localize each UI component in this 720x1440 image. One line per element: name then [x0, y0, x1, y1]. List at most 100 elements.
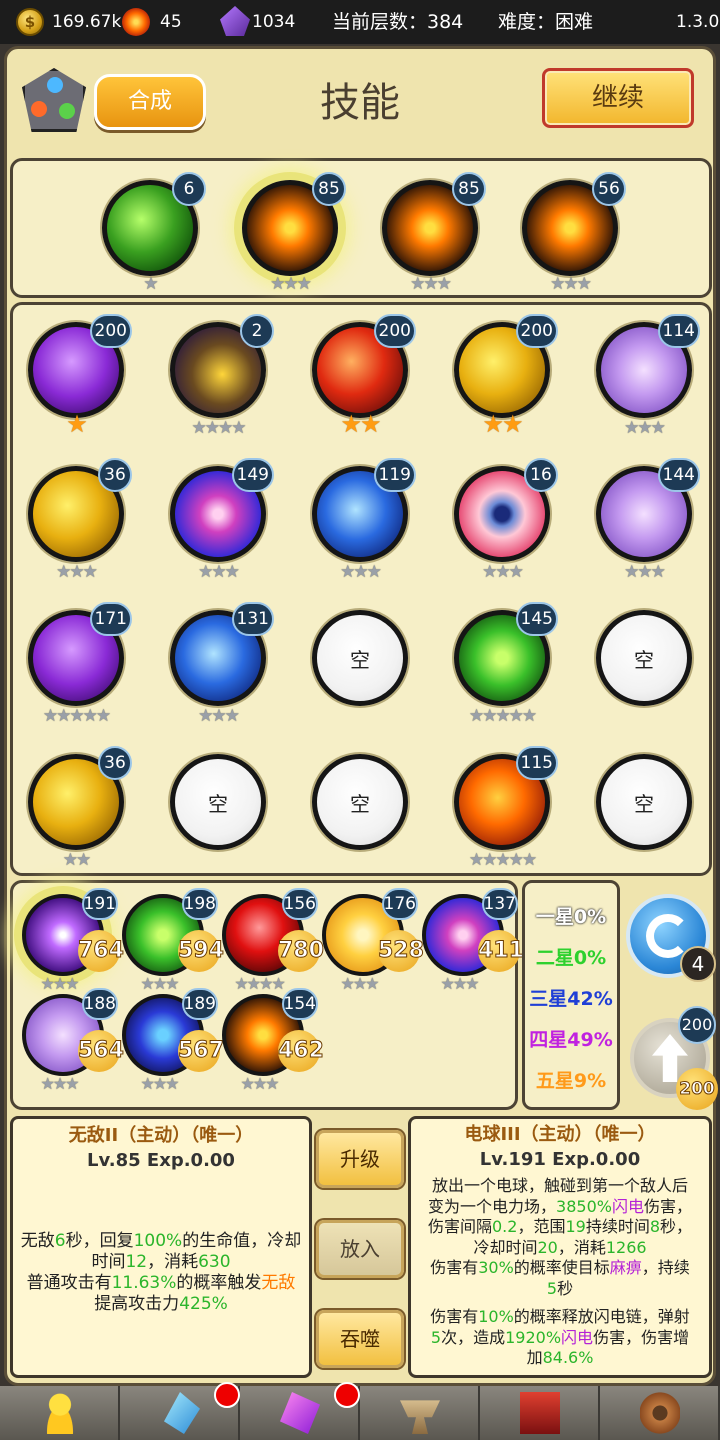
- inventory-skill-slot[interactable]: 149 ★★★: [168, 458, 274, 582]
- gold-star-icon: ★: [66, 410, 87, 438]
- skill-stars: ★★★: [520, 274, 620, 294]
- inventory-skill-slot[interactable]: 200 ★★: [452, 314, 558, 436]
- empty-slot-label: 空: [596, 754, 692, 850]
- inventory-skill-slot[interactable]: 114 ★★★: [594, 314, 700, 438]
- shop-skill-item[interactable]: 191 764 ★★★: [18, 888, 124, 993]
- skill-stars: ★: [100, 274, 200, 294]
- inventory-skill-slot[interactable]: 171 ★★★★★: [26, 602, 132, 726]
- skill-stars: ★★★★: [168, 418, 268, 438]
- level-up-level-badge: 200: [678, 1006, 716, 1044]
- empty-skill-slot[interactable]: 空: [310, 752, 410, 852]
- inventory-skill-slot[interactable]: 200 ★★: [310, 314, 416, 436]
- desc-text: 持续时间: [585, 1217, 650, 1236]
- gold-coin-icon: [16, 8, 44, 36]
- empty-slot-label: 空: [312, 754, 408, 850]
- desc-value: 10%: [478, 1307, 514, 1326]
- inventory-skill-slot[interactable]: 2 ★★★★: [168, 314, 274, 438]
- inventory-skill-slot[interactable]: 36 ★★: [26, 746, 132, 870]
- shop-skill-item[interactable]: 156 780 ★★★★: [218, 888, 324, 993]
- rune-tab[interactable]: [240, 1382, 360, 1440]
- star-rate-row: 二星0%: [535, 947, 607, 969]
- skill-stars: ★★★: [594, 562, 694, 582]
- devour-button[interactable]: 吞噬: [316, 1310, 404, 1368]
- star-icon: ★★★: [482, 562, 524, 582]
- skill-level-badge: 149: [231, 458, 274, 492]
- star-rates-panel: 一星0% 二星0% 三星42% 四星49% 五星9%: [522, 880, 620, 1110]
- skill-cost: 567: [178, 1030, 224, 1072]
- star-icon: ★★★: [624, 418, 666, 438]
- desc-text: ，持续: [641, 1258, 690, 1277]
- equipped-skill-slot[interactable]: 85 ★★★: [240, 172, 346, 294]
- skill-cost: 411: [478, 930, 524, 972]
- equipped-skill-slot[interactable]: 85 ★★★: [380, 172, 486, 294]
- empty-skill-slot[interactable]: 空: [594, 608, 694, 708]
- skill-level-badge: 144: [657, 458, 700, 492]
- inventory-skill-slot[interactable]: 145 ★★★★★: [452, 602, 558, 726]
- shop-skill-item[interactable]: 154 462 ★★★: [218, 988, 324, 1093]
- skill-level-badge: 137: [481, 888, 518, 920]
- skill-level-badge: 145: [515, 602, 558, 636]
- empty-slot-label: 空: [170, 754, 266, 850]
- upgrade-button[interactable]: 升级: [316, 1130, 404, 1188]
- shop-skill-item[interactable]: 176 528 ★★★: [318, 888, 424, 993]
- skill-stars: ★★★: [18, 1074, 100, 1094]
- empty-skill-slot[interactable]: 空: [310, 608, 410, 708]
- gold-amount: 169.67k: [52, 12, 122, 32]
- skill-level-badge: 56: [592, 172, 626, 206]
- desc-text: 无敌: [20, 1231, 55, 1251]
- shop-skill-item[interactable]: 198 594 ★★★: [118, 888, 224, 993]
- desc-keyword: 闪电: [611, 1196, 644, 1216]
- inventory-skill-slot[interactable]: 36 ★★★: [26, 458, 132, 582]
- shop-skill-item[interactable]: 189 567 ★★★: [118, 988, 224, 1093]
- inventory-skill-slot[interactable]: 144 ★★★: [594, 458, 700, 582]
- equipped-skill-slot[interactable]: 56 ★★★: [520, 172, 626, 294]
- settings-tab[interactable]: [600, 1386, 720, 1440]
- skill-level-badge: 200: [515, 314, 558, 348]
- inventory-skill-slot[interactable]: 131 ★★★: [168, 602, 274, 726]
- desc-text: 的概率触发: [176, 1273, 262, 1293]
- desc-value: 5: [546, 1278, 558, 1298]
- desc-value: 630: [198, 1252, 231, 1272]
- difficulty-label: 难度：困难: [498, 11, 594, 33]
- book-tab[interactable]: [480, 1386, 600, 1440]
- place-button[interactable]: 放入: [316, 1220, 404, 1278]
- notification-dot: [334, 1382, 360, 1408]
- star-icon: ★: [143, 274, 158, 294]
- desc-keyword: 闪电: [561, 1327, 594, 1347]
- inventory-skill-slot[interactable]: 200 ★: [26, 314, 132, 436]
- skill-stars: ★★★: [594, 418, 694, 438]
- skill-cost: 764: [78, 930, 124, 972]
- star-icon: ★★★: [340, 974, 379, 993]
- skill-stars: ★★: [310, 412, 410, 437]
- skill-level-badge: 200: [373, 314, 416, 348]
- equipped-skill-slot[interactable]: 6 ★: [100, 172, 206, 294]
- skill-stars: ★★★: [310, 562, 410, 582]
- desc-value: 100%: [133, 1231, 183, 1251]
- shop-skill-item[interactable]: 137 411 ★★★: [418, 888, 524, 993]
- crystal-tab[interactable]: [120, 1382, 240, 1440]
- hero-tab[interactable]: [0, 1386, 120, 1440]
- desc-text: 秒: [557, 1278, 574, 1298]
- inventory-skill-slot[interactable]: 16 ★★★: [452, 458, 558, 582]
- skill-level-badge: 6: [172, 172, 206, 206]
- shop-skill-description: 电球III（主动）（唯一） Lv.191 Exp.0.00 放出一个电球，触碰到…: [408, 1116, 712, 1378]
- continue-button[interactable]: 继续: [542, 68, 694, 128]
- forge-tab[interactable]: [360, 1386, 480, 1440]
- desc-keyword: 麻痹: [609, 1258, 642, 1277]
- skill-level-badge: 115: [515, 746, 558, 780]
- star-rate-row: 四星49%: [529, 1029, 613, 1051]
- empty-skill-slot[interactable]: 空: [168, 752, 268, 852]
- shop-skill-item[interactable]: 188 564 ★★★: [18, 988, 124, 1093]
- desc-text: 变为一个电力场，: [428, 1196, 557, 1216]
- inventory-skill-slot[interactable]: 115 ★★★★★: [452, 746, 558, 870]
- skill-stars: ★★★: [240, 274, 340, 294]
- shop-skill-level: Lv.191 Exp.0.00: [479, 1148, 641, 1170]
- desc-value: 1266: [605, 1237, 647, 1257]
- empty-skill-slot[interactable]: 空: [594, 752, 694, 852]
- desc-value: 6: [54, 1231, 66, 1251]
- skill-level-badge: 36: [98, 458, 132, 492]
- skill-level-badge: 176: [381, 888, 418, 920]
- star-icon: ★★★: [140, 1074, 179, 1093]
- compose-button[interactable]: 合成: [94, 74, 206, 130]
- inventory-skill-slot[interactable]: 119 ★★★: [310, 458, 416, 582]
